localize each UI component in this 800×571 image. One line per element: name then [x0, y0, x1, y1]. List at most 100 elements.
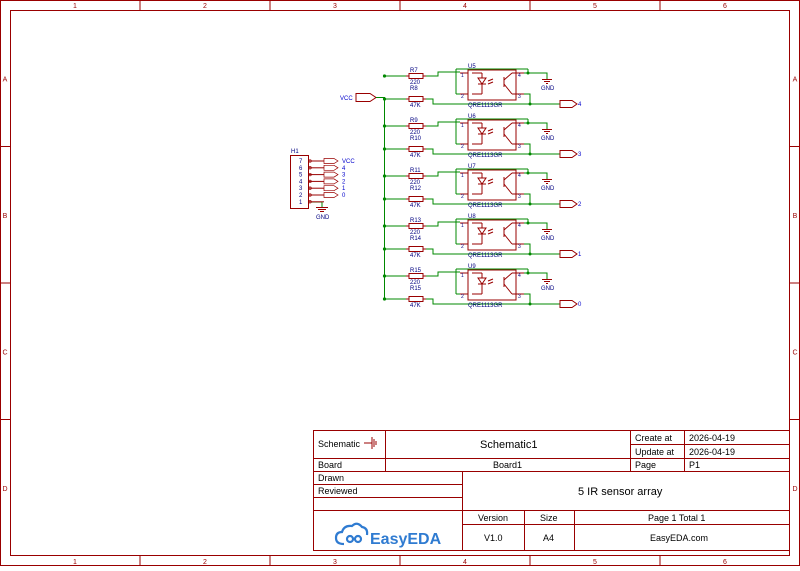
pin-number: 1 [461, 173, 464, 179]
tb-board-label: Board [318, 460, 342, 470]
column-label-bottom: 2 [203, 559, 207, 566]
output-net-label: 0 [578, 302, 582, 308]
header-pin-number: 7 [299, 159, 303, 165]
header-net-label: 2 [342, 179, 346, 185]
output-net-label: 1 [578, 252, 582, 258]
tb-update-label: Update at [635, 447, 675, 457]
vcc-netport[interactable]: VCC [340, 93, 384, 103]
pin-number: 4 [518, 173, 521, 179]
pin-number: 2 [461, 244, 464, 250]
resistor-value: 47K [410, 103, 421, 109]
schematic-glyph-icon [364, 437, 377, 449]
header-net-label: 1 [342, 186, 346, 192]
pin-number: 2 [461, 144, 464, 150]
resistor-ref: R13 [410, 218, 422, 224]
pin-number: 3 [518, 194, 521, 200]
resistor-ref: R15 [410, 286, 422, 292]
sensor-channel[interactable]: R11220R1247KU7QRE1113GR1243GND2 [382, 164, 582, 209]
tb-website: EasyEDA.com [650, 533, 708, 543]
resistor-ref: R12 [410, 186, 422, 192]
row-label-left: B [3, 213, 8, 220]
tb-schematic-label: Schematic [318, 439, 361, 449]
resistor-ref: R10 [410, 136, 422, 142]
gnd-label: GND [541, 236, 555, 242]
tb-board-name: Board1 [493, 460, 522, 470]
header-net-label: VCC [342, 159, 355, 165]
column-label-bottom: 3 [333, 559, 337, 566]
resistor-ref: R14 [410, 236, 422, 242]
sensor-channel[interactable]: R9220R1047KU6QRE1113GR1243GND3 [382, 114, 582, 159]
pin-number: 1 [461, 123, 464, 129]
tb-schematic-name: Schematic1 [480, 439, 537, 451]
tb-version-value: V1.0 [484, 533, 503, 543]
schematic-canvas: 112233445566A AB BC CD D H1 7654321 VCC43210… [0, 0, 800, 566]
logo-text: EasyEDA [370, 531, 442, 548]
pin-number: 4 [518, 273, 521, 279]
pin-number: 3 [518, 294, 521, 300]
vcc-label: VCC [340, 96, 353, 102]
pin-number: 1 [461, 223, 464, 229]
output-net-label: 4 [578, 102, 582, 108]
header-ref: H1 [291, 149, 299, 155]
schematic-sheet: 112233445566AABBCCDD H1 7654321 VCC 4 3 2 1 0… [0, 0, 800, 566]
easyeda-logo: EasyEDA [334, 522, 442, 548]
header-pin-number: 3 [299, 186, 303, 192]
row-label-right: C [792, 349, 797, 356]
tb-page-value: P1 [689, 460, 700, 470]
resistor-ref: R9 [410, 118, 418, 124]
ic-part-name: QRE1113GR [468, 253, 503, 259]
column-label-top: 6 [723, 3, 727, 10]
row-label-right: D [792, 486, 797, 493]
header-pin-number: 2 [299, 193, 303, 199]
ic-part-name: QRE1113GR [468, 303, 503, 309]
sensor-channel[interactable]: R15220R1547KU9QRE1113GR1243GND0 [382, 264, 582, 309]
pin-number: 2 [461, 94, 464, 100]
gnd-label: GND [541, 136, 555, 142]
column-label-bottom: 4 [463, 559, 467, 566]
drawing-frame [0, 0, 800, 566]
tb-page-label: Page [635, 460, 656, 470]
tb-update-date: 2026-04-19 [689, 447, 735, 457]
column-label-top: 4 [463, 3, 467, 10]
pin-number: 3 [518, 94, 521, 100]
resistor-ref: R15 [410, 268, 422, 274]
header-net-label: 3 [342, 173, 346, 179]
pin-number: 2 [461, 294, 464, 300]
pin-number: 3 [518, 144, 521, 150]
gnd-label: GND [541, 286, 555, 292]
tb-create-label: Create at [635, 433, 673, 443]
cloud-icon [334, 522, 369, 546]
ic-part-name: QRE1113GR [468, 103, 503, 109]
resistor-value: 47K [410, 303, 421, 309]
gnd-label: GND [541, 86, 555, 92]
pin-number: 4 [518, 123, 521, 129]
header-net-label: 4 [342, 166, 346, 172]
output-net-label: 3 [578, 152, 582, 158]
tb-reviewed-label: Reviewed [318, 486, 358, 496]
column-label-bottom: 1 [73, 559, 77, 566]
ic-part-name: QRE1113GR [468, 203, 503, 209]
resistor-ref: R11 [410, 168, 421, 174]
column-label-bottom: 6 [723, 559, 727, 566]
sensor-channel[interactable]: R13220R1447KU8QRE1113GR1243GND1 [382, 214, 582, 259]
tb-size-value: A4 [543, 533, 554, 543]
gnd-label: GND [541, 186, 555, 192]
pin-number: 1 [461, 73, 464, 79]
header-net-label: 0 [342, 193, 346, 199]
row-label-left: C [2, 349, 7, 356]
column-label-top: 2 [203, 3, 207, 10]
header-pin-number: 4 [299, 179, 303, 185]
title-block: Schematic Schematic1 Create at 2026-04-1… [313, 430, 790, 551]
row-label-right: B [793, 213, 798, 220]
header-pin-number: 5 [299, 173, 303, 179]
tb-version-label: Version [478, 513, 508, 523]
header-gnd-label: GND [316, 215, 330, 221]
pin-number: 4 [518, 73, 521, 79]
header-pin-number: 1 [299, 200, 303, 206]
header-h1[interactable]: H1 7654321 VCC43210 GND [290, 149, 356, 221]
column-label-bottom: 5 [593, 559, 597, 566]
sensor-channel[interactable]: R7220R847KU5QRE1113GR1243GND4 [382, 64, 582, 109]
resistor-ref: R7 [410, 68, 418, 74]
header-pin-number: 6 [299, 166, 303, 172]
tb-page-count: Page 1 Total 1 [648, 513, 705, 523]
